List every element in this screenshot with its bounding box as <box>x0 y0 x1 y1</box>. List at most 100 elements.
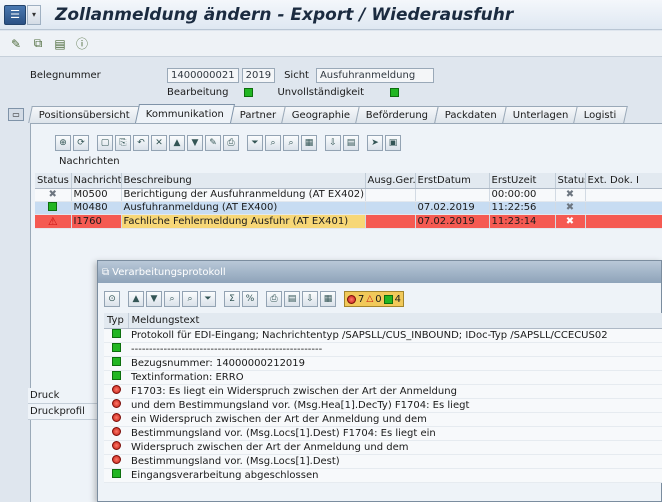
find-icon[interactable]: ⌕ <box>164 291 180 307</box>
find-next-icon[interactable]: ⌕ <box>283 135 299 151</box>
belegnummer-field[interactable]: 1400000021 <box>167 67 239 83</box>
col-ext-dok[interactable]: Ext. Dok. I <box>585 173 662 189</box>
delete-icon[interactable]: ✕ <box>151 135 167 151</box>
tab-geographie[interactable]: Geographie <box>281 106 362 123</box>
export-icon[interactable]: ⇩ <box>302 291 318 307</box>
list-item[interactable]: F1703: Es liegt ein Widerspruch zwischen… <box>104 384 662 399</box>
processing-log-dialog: ⧉ Verarbeitungsprotokoll ⊙ ▲ ▼ ⌕ ⌕ ⏷ Σ %… <box>97 260 662 502</box>
export-icon[interactable]: ⇩ <box>325 135 341 151</box>
error-icon <box>111 399 121 408</box>
belegnummer-fields: 1400000021 2019 Sicht Ausfuhranmeldung <box>167 67 434 83</box>
tab-partner[interactable]: Partner <box>229 106 288 123</box>
filter-icon[interactable]: ⏷ <box>200 291 216 307</box>
nachrichten-title: Nachrichten <box>59 156 120 167</box>
print-icon[interactable]: ⎙ <box>223 135 239 151</box>
list-item[interactable]: Protokoll für EDI-Eingang; Nachrichtenty… <box>104 328 662 343</box>
tab-logistik[interactable]: Logisti <box>573 106 628 123</box>
sort-desc-icon[interactable]: ▼ <box>187 135 203 151</box>
cell-datum: 07.02.2019 <box>415 201 490 215</box>
send-icon[interactable]: ➤ <box>367 135 383 151</box>
sort-asc-icon[interactable]: ▲ <box>169 135 185 151</box>
status-inactive-icon: ✖ <box>565 189 575 200</box>
col-nachricht[interactable]: Nachricht <box>71 173 122 189</box>
display-icon[interactable]: ▣ <box>385 135 401 151</box>
info-icon[interactable]: ⓘ <box>74 36 90 52</box>
tab-packdaten[interactable]: Packdaten <box>433 106 508 123</box>
cell-nachricht: I1760 <box>71 214 122 229</box>
list-item[interactable]: Bestimmungsland vor. (Msg.Locs[1].Dest) <box>104 454 662 469</box>
new-entry-icon[interactable]: ▢ <box>97 135 113 151</box>
error-icon <box>111 413 121 422</box>
tab-kommunikation[interactable]: Kommunikation <box>134 104 235 123</box>
list-item[interactable]: ----------------------------------------… <box>104 342 662 357</box>
col-status-2[interactable]: Status <box>555 173 586 189</box>
list-item[interactable]: ein Widerspruch zwischen der Art der Anm… <box>104 412 662 427</box>
sap-menu-icon[interactable]: ☰ <box>4 4 26 25</box>
warning-count: 0 <box>375 293 382 305</box>
table-row[interactable]: ✖ M0500 Berichtigung der Ausfuhranmeldun… <box>35 188 662 202</box>
tab-unterlagen[interactable]: Unterlagen <box>501 106 579 123</box>
cell-beschreibung: Berichtigung der Ausfuhranmeldung (AT EX… <box>121 188 366 202</box>
hierarchy-icon[interactable]: ⧉ <box>30 36 46 52</box>
find-next-icon[interactable]: ⌕ <box>182 291 198 307</box>
list-item[interactable]: Bestimmungsland vor. (Msg.Locs[1].Dest) … <box>104 426 662 441</box>
cell-ausg <box>365 201 416 215</box>
total-icon[interactable]: Σ <box>224 291 240 307</box>
menu-dropdown-icon[interactable]: ▾ <box>27 4 41 25</box>
list-item[interactable]: Eingangsverarbeitung abgeschlossen <box>104 468 662 483</box>
col-status[interactable]: Status <box>35 173 72 189</box>
display-change-icon[interactable]: ✎ <box>8 36 24 52</box>
col-erstuzeit[interactable]: ErstUzeit <box>489 173 556 189</box>
col-meldungstext[interactable]: Meldungstext <box>128 313 662 329</box>
cell-datum <box>415 188 490 202</box>
print-icon[interactable]: ⎙ <box>266 291 282 307</box>
druckprofil-label: Druckprofil <box>28 404 98 420</box>
layout-icon[interactable]: ▦ <box>301 135 317 151</box>
layout-icon[interactable]: ▦ <box>320 291 336 307</box>
message-counters[interactable]: 7 △ 0 4 <box>344 291 405 307</box>
belegnummer-row: Belegnummer <box>30 67 101 83</box>
cell-zeit: 11:22:56 <box>489 201 556 215</box>
cell-ausg <box>365 214 416 229</box>
subtotal-icon[interactable]: % <box>242 291 258 307</box>
filter-icon[interactable]: ⏷ <box>247 135 263 151</box>
col-erstdatum[interactable]: ErstDatum <box>415 173 490 189</box>
list-item[interactable]: und dem Bestimmungsland vor. (Msg.Hea[1]… <box>104 398 662 413</box>
table-row[interactable]: ⚠ I1760 Fachliche Fehlermeldung Ausfuhr … <box>35 214 662 229</box>
tab-positionsuebersicht[interactable]: Positionsübersicht <box>28 106 141 123</box>
details-icon[interactable]: ⊕ <box>55 135 71 151</box>
side-panel-toggle-icon[interactable]: ▭ <box>8 108 24 121</box>
list-item[interactable]: Bezugsnummer: 14000000212019 <box>104 356 662 371</box>
dialog-toolbar: ⊙ ▲ ▼ ⌕ ⌕ ⏷ Σ % ⎙ ▤ ⇩ ▦ 7 △ 0 4 <box>104 290 405 308</box>
year-field[interactable]: 2019 <box>241 67 276 83</box>
undo-icon[interactable]: ↶ <box>133 135 149 151</box>
cell-beschreibung: Ausfuhranmeldung (AT EX400) <box>121 201 366 215</box>
list-item[interactable]: Textinformation: ERRO <box>104 370 662 385</box>
edit-icon[interactable]: ✎ <box>205 135 221 151</box>
success-count-icon <box>383 294 393 304</box>
refresh-icon[interactable]: ⟳ <box>73 135 89 151</box>
views-icon[interactable]: ▤ <box>284 291 300 307</box>
sicht-field[interactable]: Ausfuhranmeldung <box>315 67 434 83</box>
sort-asc-icon[interactable]: ▲ <box>128 291 144 307</box>
col-typ[interactable]: Typ <box>104 313 129 329</box>
find-icon[interactable]: ⌕ <box>265 135 281 151</box>
tab-befoerderung[interactable]: Beförderung <box>355 106 440 123</box>
copy-icon[interactable]: ⎘ <box>115 135 131 151</box>
list-item[interactable]: Widerspruch zwischen der Art der Anmeldu… <box>104 440 662 455</box>
error-count-icon <box>347 294 356 304</box>
belegnummer-label: Belegnummer <box>30 69 101 81</box>
message-text: Protokoll für EDI-Eingang; Nachrichtenty… <box>128 328 662 343</box>
message-text: Bezugsnummer: 14000000212019 <box>128 356 662 371</box>
sort-desc-icon[interactable]: ▼ <box>146 291 162 307</box>
warning-count-icon: △ <box>366 294 374 304</box>
col-beschreibung[interactable]: Beschreibung <box>121 173 366 189</box>
document-flow-icon[interactable]: ▤ <box>52 36 68 52</box>
table-row[interactable]: M0480 Ausfuhranmeldung (AT EX400) 07.02.… <box>35 201 662 215</box>
col-ausg-ger[interactable]: Ausg.Ger. <box>365 173 416 189</box>
details-icon[interactable]: ⊙ <box>104 291 120 307</box>
message-text: Textinformation: ERRO <box>128 370 662 385</box>
views-icon[interactable]: ▤ <box>343 135 359 151</box>
message-text: Bestimmungsland vor. (Msg.Locs[1].Dest) <box>128 454 662 469</box>
bearbeitung-status-icon <box>244 87 254 97</box>
